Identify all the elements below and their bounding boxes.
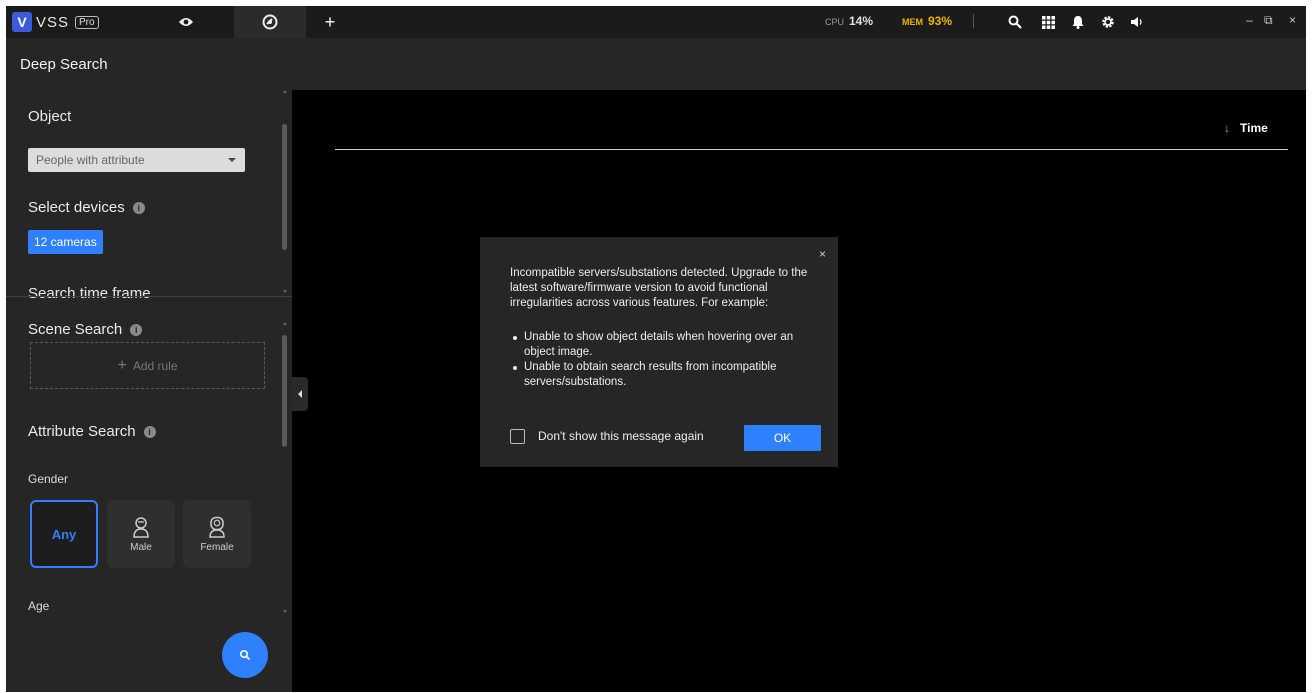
- gender-male-button[interactable]: Male: [107, 500, 175, 568]
- chevron-left-icon: [298, 390, 302, 398]
- tab-live-view[interactable]: [166, 6, 206, 38]
- gender-female-button[interactable]: Female: [183, 500, 251, 568]
- ok-button[interactable]: OK: [744, 425, 821, 451]
- results-header-divider: [335, 149, 1288, 150]
- attribute-title-label: Attribute Search: [28, 423, 136, 440]
- dont-show-again-checkbox[interactable]: [510, 429, 525, 444]
- run-search-button[interactable]: [222, 632, 268, 678]
- sort-arrow-icon: ↓: [1224, 121, 1230, 135]
- scene-section-title: Scene Search i: [28, 321, 143, 338]
- lower-scrollbar[interactable]: [282, 335, 287, 447]
- section-divider: [6, 296, 292, 297]
- add-rule-label: Add rule: [132, 358, 178, 373]
- top-bar: V VSS Pro + CPU 14% MEM 93% – ⧉ ×: [6, 6, 1306, 38]
- chevron-down-icon: [228, 158, 236, 162]
- scroll-up-arrow-icon[interactable]: [283, 90, 287, 93]
- info-icon[interactable]: i: [130, 324, 143, 336]
- dont-show-again-label[interactable]: Don't show this message again: [538, 429, 704, 443]
- object-type-value: People with attribute: [36, 153, 145, 167]
- vss-logo-icon: V: [12, 12, 32, 32]
- female-person-icon: [209, 516, 225, 538]
- eye-icon: [179, 18, 193, 26]
- close-window-button[interactable]: ×: [1289, 13, 1296, 27]
- gender-male-label: Male: [130, 541, 152, 553]
- minimize-button[interactable]: –: [1246, 13, 1253, 27]
- volume-icon[interactable]: [1128, 13, 1146, 31]
- scene-title-label: Scene Search: [28, 321, 123, 338]
- scroll-down-arrow-icon[interactable]: [283, 290, 287, 293]
- devices-section-title: Select devices i: [28, 199, 145, 216]
- page-title: Deep Search: [20, 56, 108, 73]
- mem-label: MEM: [902, 17, 923, 27]
- deep-search-icon: [262, 14, 278, 30]
- tab-deep-search[interactable]: [234, 6, 306, 38]
- settings-icon[interactable]: [1099, 13, 1117, 31]
- grid-icon[interactable]: [1039, 13, 1057, 31]
- cpu-label: CPU: [825, 17, 845, 27]
- timeframe-section-title[interactable]: Search time frame: [28, 285, 151, 302]
- scroll-up-arrow-icon[interactable]: [283, 322, 287, 325]
- vss-app-window: V VSS Pro + CPU 14% MEM 93% – ⧉ × Deep S…: [6, 6, 1306, 692]
- object-section-title: Object: [28, 108, 72, 125]
- info-icon[interactable]: i: [132, 202, 145, 214]
- close-icon[interactable]: ×: [819, 247, 826, 261]
- attribute-section-title: Attribute Search i: [28, 423, 156, 440]
- plus-icon: +: [117, 356, 127, 374]
- list-item: Unable to show object details when hover…: [510, 330, 810, 360]
- devices-title-label: Select devices: [28, 199, 125, 216]
- sort-label: Time: [1240, 121, 1268, 135]
- list-item: Unable to obtain search results from inc…: [510, 360, 810, 390]
- upper-scrollbar[interactable]: [282, 124, 287, 250]
- male-person-icon: [133, 516, 149, 538]
- incompatible-servers-dialog: × Incompatible servers/substations detec…: [480, 237, 838, 467]
- cpu-value: 14%: [849, 14, 874, 28]
- search-sidebar: Object People with attribute Select devi…: [6, 90, 292, 692]
- search-icon: [239, 649, 251, 661]
- app-logo: V VSS Pro: [12, 12, 99, 32]
- scroll-down-arrow-icon[interactable]: [283, 610, 287, 613]
- collapse-sidebar-button[interactable]: [292, 377, 308, 411]
- select-cameras-button[interactable]: 12 cameras: [28, 230, 103, 254]
- age-label: Age: [28, 599, 50, 613]
- dialog-message: Incompatible servers/substations detecte…: [510, 267, 808, 309]
- add-rule-button[interactable]: + Add rule: [30, 342, 265, 389]
- object-type-select[interactable]: People with attribute: [28, 148, 245, 172]
- add-tab-button[interactable]: +: [318, 6, 342, 38]
- gender-female-label: Female: [200, 541, 234, 553]
- restore-button[interactable]: ⧉: [1264, 13, 1273, 28]
- gender-any-button[interactable]: Any: [30, 500, 98, 568]
- title-bar: Deep Search: [6, 38, 1306, 90]
- search-icon[interactable]: [1006, 13, 1024, 31]
- bell-icon[interactable]: [1069, 13, 1087, 31]
- toolbar-divider: [973, 14, 974, 28]
- app-name: VSS: [36, 13, 70, 31]
- gender-any-label: Any: [51, 526, 77, 542]
- dialog-issue-list: Unable to show object details when hover…: [510, 330, 810, 390]
- gender-label: Gender: [28, 472, 69, 486]
- edition-badge: Pro: [75, 15, 99, 29]
- sort-by-time[interactable]: ↓ Time: [1224, 121, 1268, 135]
- info-icon[interactable]: i: [143, 426, 156, 438]
- mem-value: 93%: [928, 14, 953, 28]
